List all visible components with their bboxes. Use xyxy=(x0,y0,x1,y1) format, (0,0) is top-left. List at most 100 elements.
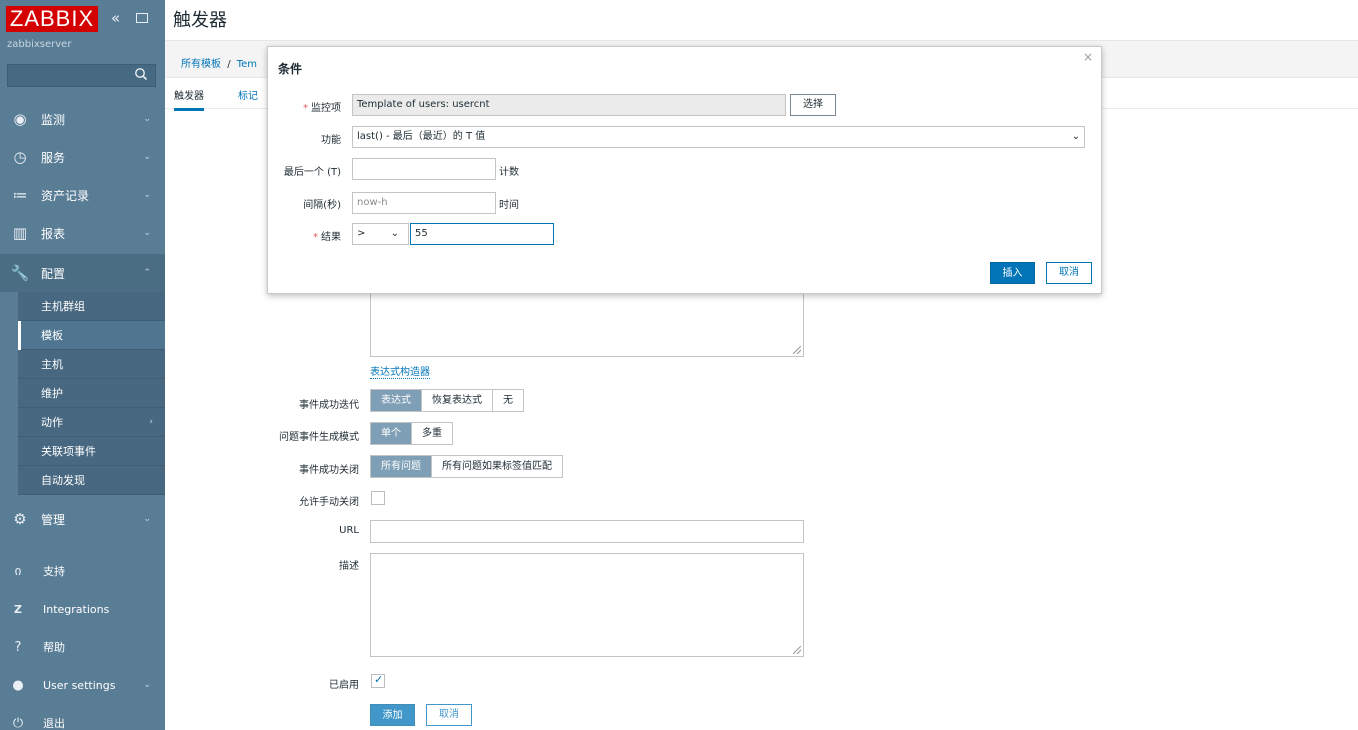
menu-administration[interactable]: ⚙ 管理 ⌄ xyxy=(0,500,165,538)
close-icon[interactable]: × xyxy=(1083,50,1093,64)
menu-label: 服务 xyxy=(41,150,66,165)
description-textarea[interactable] xyxy=(370,553,804,657)
chevron-down-icon: ⌄ xyxy=(143,680,151,690)
menu-label: 管理 xyxy=(41,512,66,527)
menu-label: 监测 xyxy=(41,112,66,127)
ok-event-close-toggle: 所有问题 所有问题如果标签值匹配 xyxy=(370,455,563,478)
eye-icon: ◉ xyxy=(13,110,27,128)
tab-tags[interactable]: 标记 xyxy=(238,87,258,102)
chevron-down-icon: ⌄ xyxy=(1071,131,1080,142)
option-recovery-expression[interactable]: 恢复表达式 xyxy=(422,390,493,411)
menu-label: 支持 xyxy=(43,565,65,578)
menu-inventory[interactable]: ≔ 资产记录 ⌄ xyxy=(0,176,165,214)
breadcrumb: 所有模板 / Tem xyxy=(181,55,257,70)
result-label: * 结果 xyxy=(313,228,341,243)
menu-integrations[interactable]: Z Integrations xyxy=(0,590,165,628)
menu-label: 帮助 xyxy=(43,641,65,654)
page-title: 触发器 xyxy=(173,10,227,31)
submenu-actions[interactable]: 动作 › xyxy=(18,408,165,437)
search-icon[interactable] xyxy=(134,66,148,82)
option-single[interactable]: 单个 xyxy=(371,423,412,444)
select-item-button[interactable]: 选择 xyxy=(790,94,836,116)
chevron-down-icon: ⌄ xyxy=(143,514,151,524)
headset-icon: ი xyxy=(14,563,22,579)
menu-user-settings[interactable]: ● User settings ⌄ xyxy=(0,666,165,704)
dialog-cancel-button[interactable]: 取消 xyxy=(1046,262,1092,284)
item-label: * 监控项 xyxy=(303,99,341,114)
menu-reports[interactable]: ▥ 报表 ⌄ xyxy=(0,214,165,252)
server-name: zabbixserver xyxy=(7,39,72,50)
logo-row: ZABBIX « xyxy=(0,0,165,38)
option-none[interactable]: 无 xyxy=(493,390,523,411)
resize-grip-icon[interactable] xyxy=(793,646,801,654)
breadcrumb-all-templates[interactable]: 所有模板 xyxy=(181,59,221,70)
configuration-submenu: 主机群组 模板 主机 维护 动作 › 关联项事件 自动发现 xyxy=(18,292,165,495)
option-multiple[interactable]: 多重 xyxy=(412,423,452,444)
enabled-label: 已启用 xyxy=(329,680,359,691)
breadcrumb-template[interactable]: Tem xyxy=(237,59,257,70)
url-label: URL xyxy=(339,525,359,536)
submenu-maintenance[interactable]: 维护 xyxy=(18,379,165,408)
expression-constructor-link[interactable]: 表达式构造器 xyxy=(370,363,430,379)
menu-label: User settings xyxy=(43,678,116,692)
menu-configuration[interactable]: 🔧 配置 ⌃ xyxy=(0,254,165,292)
menu-label: 资产记录 xyxy=(41,188,90,203)
chevron-up-icon: ⌃ xyxy=(143,268,151,278)
function-value: last() - 最后（最近）的 T 值 xyxy=(357,131,486,142)
description-label: 描述 xyxy=(339,561,359,572)
submenu-hosts[interactable]: 主机 xyxy=(18,350,165,379)
option-all-problems[interactable]: 所有问题 xyxy=(371,456,432,477)
menu-services[interactable]: ◷ 服务 ⌄ xyxy=(0,138,165,176)
result-label-text: 结果 xyxy=(321,232,341,243)
option-expression[interactable]: 表达式 xyxy=(371,390,422,411)
menu-support[interactable]: ი 支持 xyxy=(0,552,165,590)
resize-grip-icon[interactable] xyxy=(793,346,801,354)
item-label-text: 监控项 xyxy=(311,103,341,114)
menu-help[interactable]: ? 帮助 xyxy=(0,628,165,666)
tab-triggers[interactable]: 触发器 xyxy=(174,87,204,111)
collapse-sidebar-icon[interactable]: « xyxy=(111,9,120,27)
operator-select[interactable]: > ⌄ xyxy=(352,223,409,245)
user-icon: ● xyxy=(12,677,24,693)
last-t-unit: 计数 xyxy=(499,167,519,178)
menu-label: 报表 xyxy=(41,226,66,241)
manual-close-checkbox[interactable] xyxy=(371,491,385,505)
submenu-event-correlation[interactable]: 关联项事件 xyxy=(18,437,165,466)
chevron-down-icon: ⌄ xyxy=(143,114,151,124)
menu-label: Integrations xyxy=(43,602,110,616)
ok-event-close-label: 事件成功关闭 xyxy=(299,465,359,476)
menu-monitoring[interactable]: ◉ 监测 ⌄ xyxy=(0,100,165,138)
submenu-discovery[interactable]: 自动发现 xyxy=(18,466,165,495)
chevron-down-icon: ⌄ xyxy=(390,228,399,239)
insert-button[interactable]: 插入 xyxy=(990,262,1035,284)
chevron-down-icon: ⌄ xyxy=(143,228,151,238)
option-tag-match[interactable]: 所有问题如果标签值匹配 xyxy=(432,456,562,477)
clock-icon: ◷ xyxy=(13,148,27,166)
operator-value: > xyxy=(357,228,366,239)
enabled-checkbox[interactable] xyxy=(371,673,385,688)
function-label: 功能 xyxy=(321,135,341,146)
last-t-input[interactable] xyxy=(352,158,496,180)
cancel-button[interactable]: 取消 xyxy=(426,704,472,726)
function-select[interactable]: last() - 最后（最近）的 T 值 ⌄ xyxy=(352,126,1085,148)
chevron-down-icon: ⌄ xyxy=(143,152,151,162)
z-icon: Z xyxy=(14,602,22,616)
ok-event-generation-label: 事件成功迭代 xyxy=(299,400,359,411)
url-input[interactable] xyxy=(370,520,804,543)
menu-label: 配置 xyxy=(41,266,66,281)
menu-sign-out[interactable]: ⏻ 退出 xyxy=(0,704,165,730)
zabbix-logo[interactable]: ZABBIX xyxy=(6,6,98,32)
dialog-title: 条件 xyxy=(278,62,303,76)
last-t-label: 最后一个 (T) xyxy=(283,167,341,178)
gear-icon: ⚙ xyxy=(13,510,27,528)
interval-unit: 时间 xyxy=(499,200,519,211)
kiosk-mode-icon[interactable] xyxy=(136,13,148,23)
result-input[interactable]: 55 xyxy=(410,223,554,245)
interval-input[interactable]: now-h xyxy=(352,192,496,214)
submenu-templates[interactable]: 模板 xyxy=(18,321,165,350)
problem-mode-toggle: 单个 多重 xyxy=(370,422,453,445)
submenu-host-groups[interactable]: 主机群组 xyxy=(18,292,165,321)
interval-label: 间隔(秒) xyxy=(303,200,341,211)
add-button[interactable]: 添加 xyxy=(370,704,415,726)
condition-dialog: 条件 × * 监控项 Template of users: usercnt 选择 … xyxy=(267,46,1102,294)
